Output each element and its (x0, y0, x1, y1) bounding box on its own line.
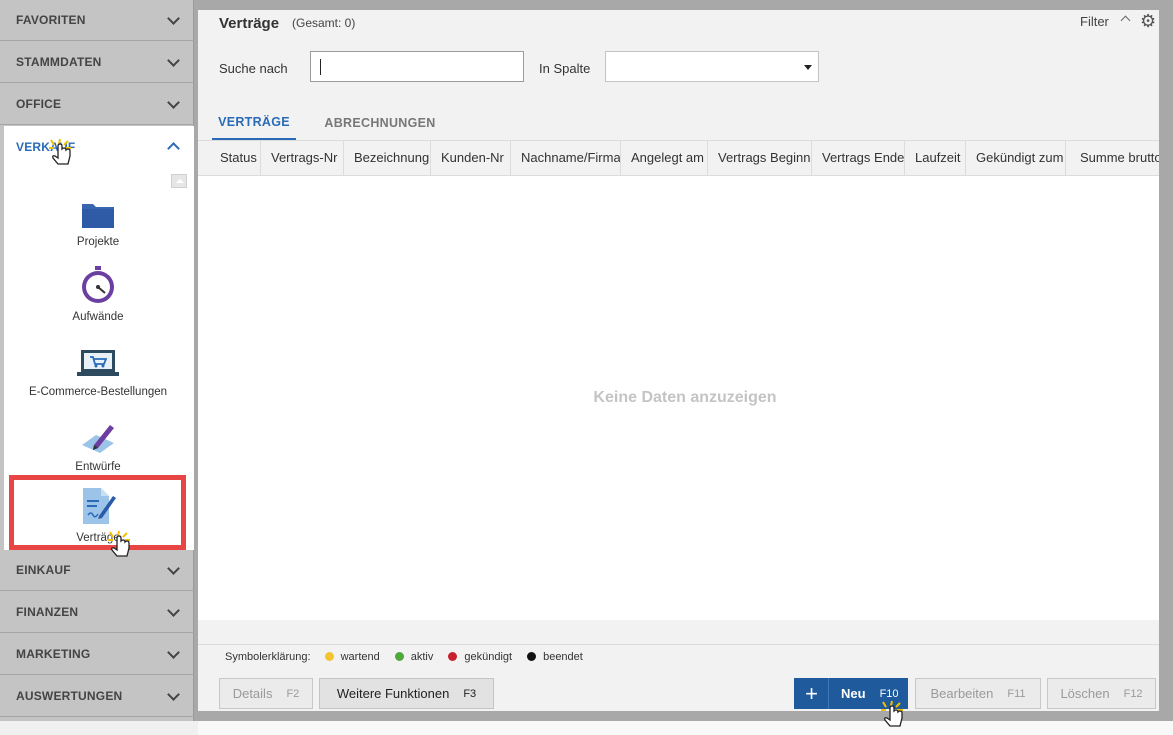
sidebar-section-auswertungen[interactable]: AUSWERTUNGEN (0, 676, 194, 717)
column-header-bezeichnung[interactable]: Bezeichnung (344, 141, 431, 175)
sidebar-section-label: FINANZEN (16, 605, 79, 619)
column-header-kunden-nr[interactable]: Kunden-Nr (431, 141, 511, 175)
page-title: Verträge (219, 15, 280, 32)
button-label: Bearbeiten (930, 686, 994, 701)
column-header-summe-brutto[interactable]: Summe brutto (1066, 141, 1159, 175)
shortcut-key: F11 (1007, 687, 1026, 700)
shortcut-key: F10 (879, 687, 899, 700)
sidebar-item-label: Aufwände (72, 311, 124, 323)
text-caret (320, 59, 321, 75)
sidebar-section-label: OFFICE (16, 97, 62, 111)
legend-item: gekündigt (448, 651, 512, 663)
sidebar-item-projekte[interactable]: Projekte (8, 180, 188, 250)
folder-icon (82, 204, 114, 228)
sidebar-section-stammdaten[interactable]: STAMMDATEN (0, 42, 194, 83)
column-header-nachname[interactable]: Nachname/Firma (511, 141, 621, 175)
legend-label: aktiv (410, 650, 434, 663)
chevron-up-icon[interactable] (1120, 15, 1131, 26)
record-count: (Gesamt: 0) (292, 16, 356, 30)
legend-item: aktiv (394, 650, 434, 663)
stopwatch-icon (82, 266, 114, 303)
column-header-gekuendigt[interactable]: Gekündigt zum (966, 141, 1066, 175)
edit-button[interactable]: Bearbeiten F11 (915, 678, 1041, 709)
column-label: In Spalte (539, 61, 591, 76)
click-cursor-icon (49, 138, 71, 165)
sidebar-section-office[interactable]: OFFICE (0, 84, 194, 125)
sidebar-item-label: Projekte (76, 236, 120, 248)
button-label: Löschen (1060, 686, 1110, 701)
button-label: Neu (841, 686, 866, 701)
column-header-vertrags-ende[interactable]: Vertrags Ende (812, 141, 905, 175)
tab-abrechnungen[interactable]: ABRECHNUNGEN (321, 106, 439, 140)
sidebar-section-label: STAMMDATEN (16, 55, 102, 69)
shortcut-key: F3 (463, 687, 477, 700)
empty-message: Keine Daten anzuzeigen (593, 389, 777, 406)
shortcut-key: F2 (286, 687, 300, 700)
chevron-down-icon (167, 645, 180, 659)
status-dot-icon (324, 652, 334, 661)
details-button[interactable]: Details F2 (219, 678, 313, 709)
sidebar-item-aufwaende[interactable]: Aufwände (8, 255, 188, 325)
legend-item: wartend (324, 650, 380, 663)
legend-item: beendet (527, 651, 583, 663)
column-header-vertrags-nr[interactable]: Vertrags-Nr (261, 141, 344, 175)
button-label: Details (232, 686, 273, 701)
main-content: Verträge (Gesamt: 0) Filter ⚙ Suche nach… (198, 10, 1159, 711)
chevron-down-icon (167, 53, 180, 67)
status-dot-icon (394, 652, 404, 661)
column-header-angelegt[interactable]: Angelegt am (621, 141, 708, 175)
sidebar-nav: FAVORITEN STAMMDATEN OFFICE VERKAUF Proj… (0, 0, 194, 721)
dropdown-arrow-icon (804, 65, 812, 70)
sidebar-section-favoriten[interactable]: FAVORITEN (0, 0, 194, 41)
gear-icon[interactable]: ⚙ (1140, 12, 1156, 30)
sidebar-item-label: E-Commerce-Bestellungen (28, 386, 168, 398)
grid-body: Keine Daten anzuzeigen (198, 176, 1159, 620)
search-input[interactable] (310, 51, 524, 82)
chevron-down-icon (167, 687, 180, 701)
sidebar-section-label: MARKETING (16, 647, 91, 661)
column-select[interactable] (605, 51, 819, 82)
grid-header: Status Vertrags-Nr Bezeichnung Kunden-Nr… (198, 140, 1159, 176)
bottom-strip (0, 721, 198, 735)
chevron-down-icon (167, 11, 180, 25)
chevron-down-icon (167, 561, 180, 575)
chevron-down-icon (167, 95, 180, 109)
column-header-status[interactable]: Status (210, 141, 261, 175)
chevron-up-icon (167, 142, 180, 155)
chevron-down-icon (167, 603, 180, 617)
sidebar-section-label: EINKAUF (16, 563, 71, 577)
tab-vertraege[interactable]: VERTRÄGE (212, 106, 296, 140)
sidebar-item-label: Entwürfe (75, 461, 121, 473)
delete-button[interactable]: Löschen F12 (1047, 678, 1156, 709)
sidebar-section-einkauf[interactable]: EINKAUF (0, 550, 194, 591)
shortcut-key: F12 (1123, 687, 1143, 700)
sidebar-item-ecommerce[interactable]: E-Commerce-Bestellungen (8, 330, 188, 400)
sidebar-section-verkauf[interactable]: VERKAUF (4, 126, 194, 167)
filter-toggle[interactable]: Filter (1080, 14, 1109, 29)
status-dot-icon (527, 652, 537, 661)
sidebar-section-label: FAVORITEN (16, 13, 86, 27)
status-dot-icon (448, 652, 458, 661)
search-label: Suche nach (219, 61, 288, 76)
laptop-cart-icon (77, 350, 119, 376)
legend-label: beendet (543, 650, 583, 663)
button-label: Weitere Funktionen (336, 686, 450, 701)
column-header-laufzeit[interactable]: Laufzeit (905, 141, 966, 175)
more-functions-button[interactable]: Weitere Funktionen F3 (319, 678, 494, 709)
plus-icon: + (795, 678, 829, 709)
click-cursor-icon (108, 530, 130, 557)
bottom-strip (198, 721, 1173, 735)
sidebar-section-marketing[interactable]: MARKETING (0, 634, 194, 675)
legend-title: Symbolerklärung: (225, 650, 311, 663)
legend-label: gekündigt (464, 650, 513, 663)
symbol-legend: Symbolerklärung: wartend aktiv gekündigt… (198, 644, 1159, 668)
sidebar-section-label: AUSWERTUNGEN (16, 689, 123, 703)
legend-label: wartend (340, 650, 380, 663)
column-header-vertrags-beginn[interactable]: Vertrags Beginn (708, 141, 812, 175)
highlight-box (9, 475, 186, 550)
sidebar-section-finanzen[interactable]: FINANZEN (0, 592, 194, 633)
sidebar-item-entwuerfe[interactable]: Entwürfe (8, 405, 188, 475)
click-cursor-icon (881, 700, 903, 727)
pen-draft-icon (82, 425, 114, 453)
